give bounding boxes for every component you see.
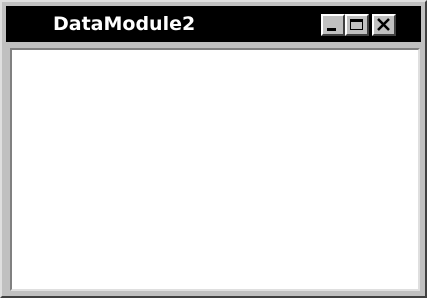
maximize-icon xyxy=(350,19,363,30)
client-area[interactable] xyxy=(10,48,420,291)
window-title: DataModule2 xyxy=(53,13,196,35)
title-bar[interactable]: DataModule2 xyxy=(6,6,421,42)
minimize-icon xyxy=(327,28,336,31)
close-icon xyxy=(377,18,390,31)
datamodule-window[interactable]: DataModule2 xyxy=(0,0,427,298)
minimize-button[interactable] xyxy=(321,14,345,36)
close-button[interactable] xyxy=(372,14,396,36)
maximize-button[interactable] xyxy=(345,14,369,36)
